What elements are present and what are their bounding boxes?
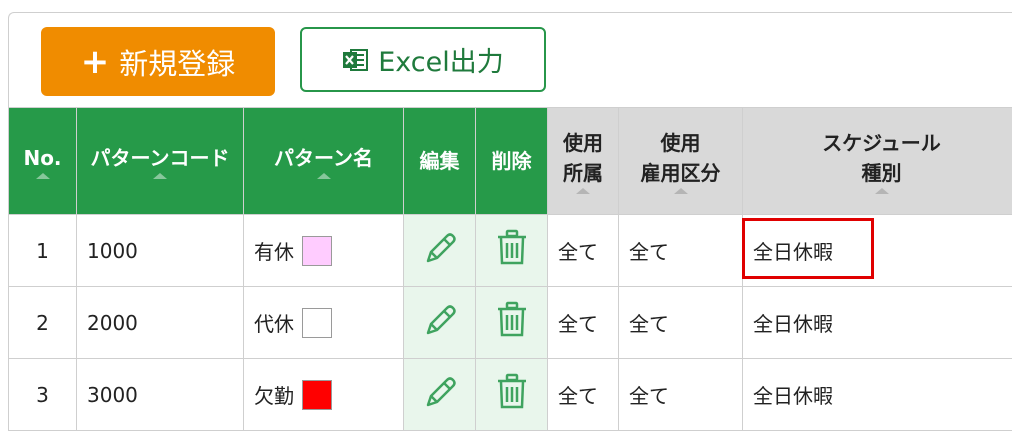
new-register-button[interactable]: + 新規登録	[41, 27, 275, 96]
pattern-name-text: 有休	[254, 240, 294, 264]
cell-schedule-type: 全日休暇	[742, 358, 1012, 431]
new-register-label: 新規登録	[119, 46, 236, 81]
cell-code: 3000	[76, 358, 244, 431]
cell-code: 2000	[76, 286, 244, 359]
header-schedule-line1: スケジュール	[822, 131, 941, 155]
cell-delete	[475, 358, 548, 431]
sort-icon	[673, 188, 688, 194]
sort-icon	[35, 173, 50, 179]
color-swatch	[302, 379, 332, 410]
excel-export-button[interactable]: Excel出力	[300, 27, 546, 92]
header-pattern-code-label: パターンコード	[90, 146, 230, 170]
cell-use-dept: 全て	[547, 286, 619, 359]
table-row: 3 3000 欠勤 全て 全て 全日休暇	[8, 358, 1012, 431]
pencil-icon	[426, 305, 456, 335]
color-swatch	[302, 307, 332, 338]
sort-icon	[576, 188, 590, 194]
sort-icon	[874, 188, 889, 194]
cell-no: 3	[8, 358, 77, 431]
pattern-name-text: 欠勤	[254, 384, 294, 408]
trash-icon	[497, 301, 526, 337]
header-pattern-name-label: パターン名	[274, 146, 373, 170]
cell-use-emp: 全て	[618, 214, 743, 287]
plus-icon: +	[80, 41, 110, 82]
header-pattern-name[interactable]: パターン名	[243, 107, 404, 215]
excel-icon	[343, 48, 369, 71]
cell-code: 1000	[76, 214, 244, 287]
cell-delete	[475, 286, 548, 359]
trash-icon	[497, 373, 526, 409]
header-use-dept-line2: 所属	[563, 161, 603, 185]
delete-button[interactable]	[492, 228, 532, 268]
edit-button[interactable]	[420, 300, 460, 340]
cell-use-emp: 全て	[618, 286, 743, 359]
excel-export-label: Excel出力	[378, 47, 504, 78]
header-schedule-line2: 種別	[861, 161, 902, 185]
cell-edit	[403, 358, 476, 431]
header-no[interactable]: No.	[8, 107, 77, 215]
cell-pattern-name: 欠勤	[243, 358, 404, 431]
cell-use-emp: 全て	[618, 358, 743, 431]
header-use-dept-line1: 使用	[563, 131, 603, 155]
header-no-label: No.	[23, 146, 62, 170]
pattern-name-text: 代休	[254, 312, 294, 336]
header-edit: 編集	[403, 107, 476, 215]
cell-no: 1	[8, 214, 77, 287]
header-delete-label: 削除	[491, 149, 532, 173]
delete-button[interactable]	[492, 300, 532, 340]
cell-use-dept: 全て	[547, 358, 619, 431]
edit-button[interactable]	[420, 228, 460, 268]
delete-button[interactable]	[492, 372, 532, 412]
header-use-emp-line2: 雇用区分	[640, 161, 721, 185]
header-delete: 削除	[475, 107, 548, 215]
trash-icon	[497, 229, 526, 265]
cell-edit	[403, 214, 476, 287]
header-use-dept[interactable]: 使用 所属	[547, 107, 619, 215]
header-schedule-type[interactable]: スケジュール 種別	[742, 107, 1012, 215]
cell-pattern-name: 代休	[243, 286, 404, 359]
pencil-icon	[426, 233, 456, 263]
cell-no: 2	[8, 286, 77, 359]
header-pattern-code[interactable]: パターンコード	[76, 107, 244, 215]
table-row: 2 2000 代休 全て 全て 全日休暇	[8, 286, 1012, 359]
sort-icon	[153, 173, 167, 179]
header-edit-label: 編集	[419, 149, 460, 173]
table-header-row: No. パターンコード パターン名 編集 削除 使用 所属 使用 雇用区分 スケ…	[8, 107, 1012, 215]
cell-schedule-type: 全日休暇	[742, 286, 1012, 359]
cell-delete	[475, 214, 548, 287]
color-swatch	[302, 235, 332, 266]
cell-edit	[403, 286, 476, 359]
header-use-emp[interactable]: 使用 雇用区分	[618, 107, 743, 215]
pencil-icon	[426, 377, 456, 407]
cell-pattern-name: 有休	[243, 214, 404, 287]
sort-icon	[316, 173, 331, 179]
highlight-box	[742, 218, 874, 279]
cell-use-dept: 全て	[547, 214, 619, 287]
edit-button[interactable]	[420, 372, 460, 412]
header-use-emp-line1: 使用	[660, 131, 701, 155]
